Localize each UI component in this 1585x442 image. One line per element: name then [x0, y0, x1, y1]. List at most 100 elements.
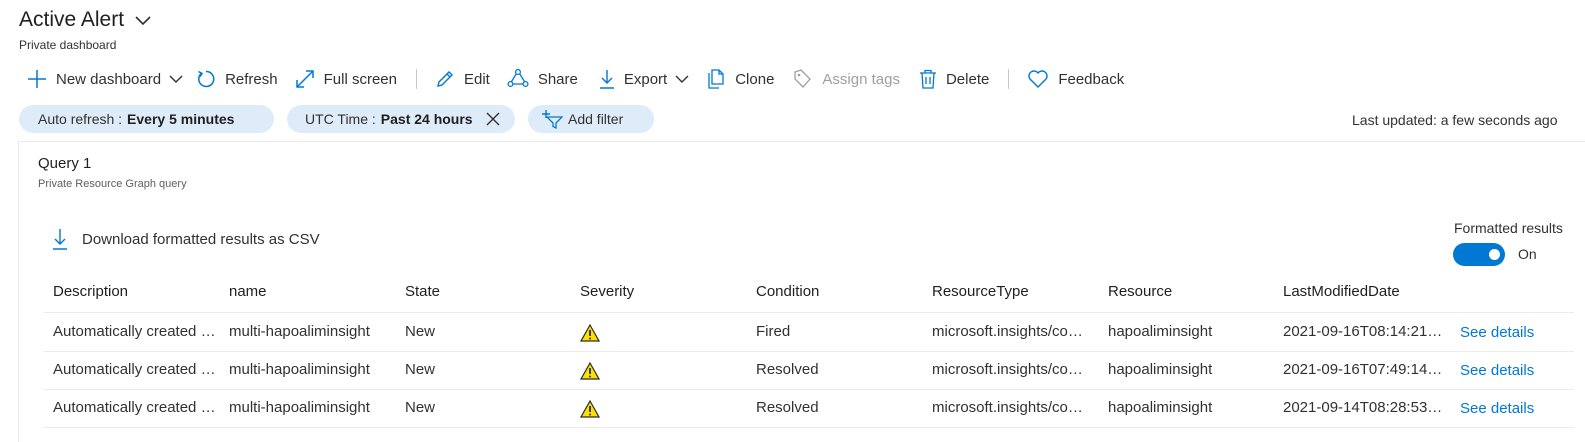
trash-icon	[919, 69, 936, 89]
cell-state: New	[405, 361, 436, 378]
utc-time-pill[interactable]: UTC Time : Past 24 hours	[287, 105, 515, 133]
table-row: Automatically created rule multi-hapoali…	[44, 390, 1574, 428]
download-icon	[599, 70, 614, 89]
share-icon	[507, 69, 529, 88]
cell-resourcetype: microsoft.insights/components	[932, 361, 1089, 378]
column-header-resourcetype[interactable]: ResourceType	[932, 283, 1100, 300]
utc-time-label: UTC Time :	[305, 111, 376, 127]
table-row: Automatically created rule multi-hapoali…	[44, 314, 1574, 352]
feedback-label: Feedback	[1058, 70, 1125, 88]
assign-tags-button[interactable]: Assign tags	[793, 66, 900, 92]
page-title: Active Alert	[19, 8, 125, 31]
cell-resource: hapoaliminsight	[1108, 361, 1213, 378]
share-button[interactable]: Share	[507, 66, 578, 92]
close-icon[interactable]	[486, 112, 500, 126]
edit-button[interactable]: Edit	[435, 66, 490, 92]
cell-severity	[580, 324, 744, 346]
heart-icon	[1028, 70, 1049, 88]
cell-description: Automatically created rule	[53, 361, 217, 378]
chevron-down-icon	[169, 75, 183, 83]
cell-state: New	[405, 323, 436, 340]
formatted-results-toggle[interactable]	[1453, 243, 1505, 266]
auto-refresh-pill[interactable]: Auto refresh : Every 5 minutes	[19, 105, 274, 133]
cell-name: multi-hapoaliminsight	[229, 323, 370, 340]
toolbar-divider	[1008, 69, 1010, 89]
full-screen-button[interactable]: Full screen	[295, 66, 397, 92]
column-header-severity[interactable]: Severity	[580, 283, 748, 300]
formatted-results-label: Formatted results	[1454, 220, 1563, 236]
pencil-icon	[437, 71, 453, 87]
delete-button[interactable]: Delete	[919, 66, 989, 92]
copy-icon	[708, 69, 724, 89]
column-header-state[interactable]: State	[405, 283, 573, 300]
cell-name: multi-hapoaliminsight	[229, 361, 370, 378]
add-filter-icon	[542, 110, 563, 129]
refresh-button[interactable]: Refresh	[196, 66, 278, 92]
download-csv-label: Download formatted results as CSV	[82, 230, 320, 248]
cell-resourcetype: microsoft.insights/components	[932, 399, 1089, 416]
tile-title: Query 1	[38, 155, 92, 172]
column-header-lastmodifieddate[interactable]: LastModifiedDate	[1283, 283, 1451, 300]
cell-lastmodifieddate: 2021-09-14T08:28:53.000Z	[1283, 399, 1443, 416]
export-label: Export	[623, 70, 668, 88]
warning-icon	[580, 324, 601, 342]
expand-icon	[295, 70, 314, 88]
cell-condition: Fired	[756, 323, 791, 340]
share-label: Share	[537, 70, 578, 88]
add-filter-label: Add filter	[568, 111, 624, 127]
download-icon	[53, 229, 67, 250]
refresh-label: Refresh	[225, 70, 278, 88]
cell-state: New	[405, 399, 436, 416]
tile-subtitle: Private Resource Graph query	[38, 178, 187, 190]
warning-icon	[580, 400, 601, 418]
column-header-resource[interactable]: Resource	[1108, 283, 1276, 300]
new-dashboard-label: New dashboard	[56, 70, 162, 88]
clone-button[interactable]: Clone	[706, 66, 774, 92]
download-csv-button[interactable]: Download formatted results as CSV	[52, 228, 320, 250]
export-button[interactable]: Export	[599, 66, 689, 92]
auto-refresh-label: Auto refresh :	[38, 111, 123, 127]
see-details-link[interactable]: See details	[1460, 324, 1570, 341]
cell-severity	[580, 400, 744, 422]
feedback-button[interactable]: Feedback	[1027, 66, 1124, 92]
column-header-description[interactable]: Description	[53, 283, 221, 300]
warning-icon	[580, 362, 601, 380]
column-header-condition[interactable]: Condition	[756, 283, 924, 300]
plus-icon	[28, 70, 46, 88]
see-details-link[interactable]: See details	[1460, 400, 1570, 417]
toggle-knob	[1489, 249, 1500, 260]
chevron-down-icon	[675, 75, 689, 83]
chevron-down-icon	[135, 16, 151, 26]
cell-description: Automatically created rule	[53, 399, 217, 416]
table-header-row: Description name State Severity Conditio…	[44, 272, 1574, 313]
assign-tags-label: Assign tags	[822, 70, 900, 88]
utc-time-value: Past 24 hours	[380, 111, 473, 127]
cell-resource: hapoaliminsight	[1108, 323, 1213, 340]
column-header-name[interactable]: name	[229, 283, 397, 300]
page-subtitle: Private dashboard	[19, 38, 117, 52]
cell-resourcetype: microsoft.insights/components	[932, 323, 1089, 340]
delete-label: Delete	[945, 70, 990, 88]
cell-resource: hapoaliminsight	[1108, 399, 1213, 416]
cell-lastmodifieddate: 2021-09-16T07:49:14.000Z	[1283, 361, 1443, 378]
full-screen-label: Full screen	[323, 70, 397, 88]
cell-lastmodifieddate: 2021-09-16T08:14:21.000Z	[1283, 323, 1443, 340]
last-updated-text: Last updated: a few seconds ago	[1352, 112, 1558, 128]
dashboard-title-dropdown[interactable]: Active Alert	[19, 8, 152, 32]
tag-icon	[794, 69, 812, 88]
add-filter-button[interactable]: Add filter	[528, 105, 654, 133]
refresh-icon	[198, 70, 215, 88]
command-bar: New dashboard Refresh Full screen Edit S…	[19, 66, 1124, 92]
edit-label: Edit	[463, 70, 490, 88]
auto-refresh-value: Every 5 minutes	[127, 111, 235, 127]
cell-description: Automatically created rule	[53, 323, 217, 340]
table-row: Automatically created rule multi-hapoali…	[44, 352, 1574, 390]
toggle-state-label: On	[1518, 246, 1537, 262]
new-dashboard-button[interactable]: New dashboard	[27, 66, 183, 92]
cell-condition: Resolved	[756, 399, 819, 416]
cell-severity	[580, 362, 744, 384]
cell-name: multi-hapoaliminsight	[229, 399, 370, 416]
clone-label: Clone	[735, 70, 775, 88]
see-details-link[interactable]: See details	[1460, 362, 1570, 379]
toolbar-divider	[415, 69, 417, 89]
